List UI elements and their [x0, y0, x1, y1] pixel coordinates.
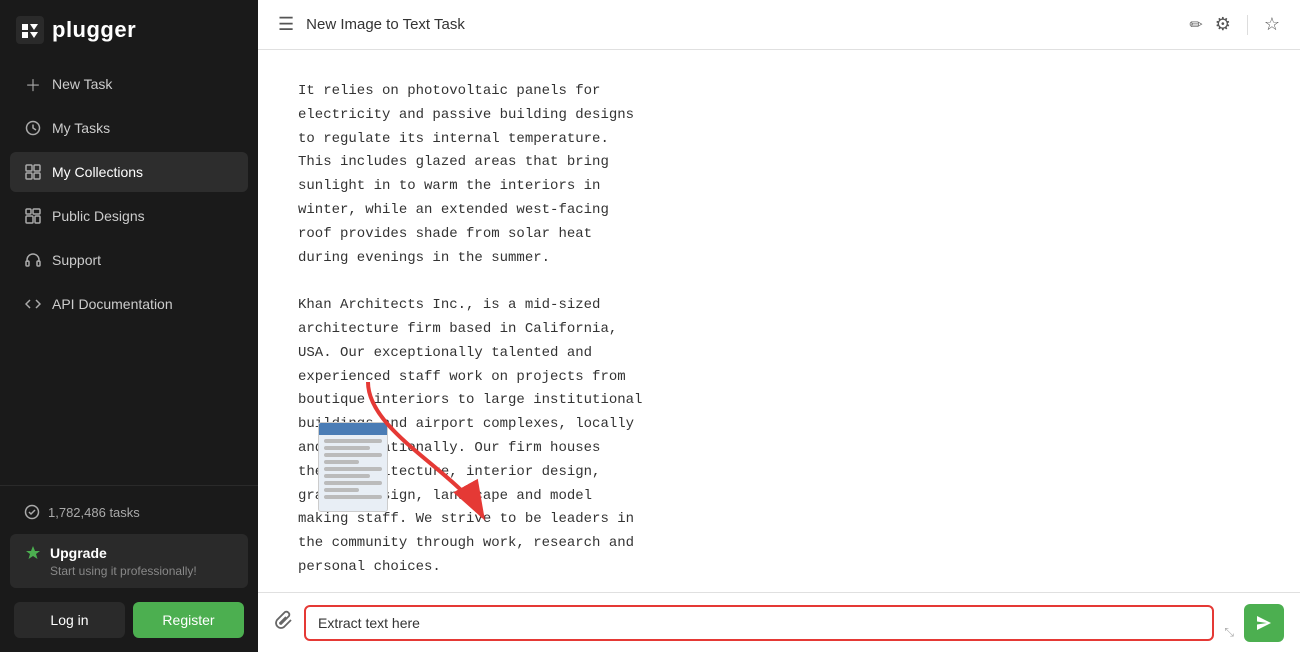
sidebar-item-label: API Documentation — [52, 296, 173, 312]
plus-icon: ＋ — [24, 75, 42, 93]
tasks-count: 1,782,486 tasks — [10, 496, 248, 528]
image-thumbnail — [318, 422, 388, 512]
thumb-lines — [319, 435, 387, 503]
auth-buttons: Log in Register — [10, 598, 248, 642]
thumb-line — [324, 495, 382, 499]
sidebar-item-new-task[interactable]: ＋ New Task — [10, 64, 248, 104]
thumb-header — [319, 423, 387, 435]
sidebar-item-api-docs[interactable]: API Documentation — [10, 284, 248, 324]
menu-icon[interactable]: ☰ — [278, 14, 294, 35]
header-actions: ⚙ ☆ — [1215, 14, 1280, 35]
sidebar-nav: ＋ New Task My Tasks My Collectio — [0, 56, 258, 485]
header-divider — [1247, 15, 1248, 35]
sidebar-item-my-tasks[interactable]: My Tasks — [10, 108, 248, 148]
sidebar-item-label: Support — [52, 252, 101, 268]
thumb-line — [324, 453, 382, 457]
thumb-line — [324, 446, 370, 450]
header: ☰ New Image to Text Task ✏ ⚙ ☆ — [258, 0, 1300, 50]
sidebar-bottom: 1,782,486 tasks Upgrade Start using it p… — [0, 485, 258, 652]
register-button[interactable]: Register — [133, 602, 244, 638]
upgrade-box[interactable]: Upgrade Start using it professionally! — [10, 534, 248, 588]
upgrade-title: Upgrade — [24, 544, 234, 562]
collection-icon — [24, 163, 42, 181]
headphones-icon — [24, 251, 42, 269]
star-icon[interactable]: ☆ — [1264, 14, 1280, 35]
attach-icon[interactable] — [274, 610, 294, 635]
logo-icon — [16, 16, 44, 44]
thumb-line — [324, 474, 370, 478]
page-title: New Image to Text Task — [306, 16, 1171, 33]
resize-handle: ⤡ — [1224, 625, 1234, 640]
thumb-line — [324, 460, 359, 464]
sidebar-item-support[interactable]: Support — [10, 240, 248, 280]
thumb-line — [324, 467, 382, 471]
thumb-line — [324, 488, 359, 492]
edit-icon[interactable]: ✏ — [1189, 15, 1202, 35]
clock-icon — [24, 119, 42, 137]
thumb-line — [324, 439, 382, 443]
upgrade-subtitle: Start using it professionally! — [50, 564, 234, 578]
sidebar: plugger ＋ New Task My Tasks — [0, 0, 258, 652]
text-input[interactable] — [304, 605, 1214, 641]
thumb-line — [324, 481, 382, 485]
grid-icon — [24, 207, 42, 225]
sidebar-item-label: Public Designs — [52, 208, 145, 224]
send-button[interactable] — [1244, 604, 1284, 642]
login-button[interactable]: Log in — [14, 602, 125, 638]
sidebar-item-my-collections[interactable]: My Collections — [10, 152, 248, 192]
sidebar-item-label: My Tasks — [52, 120, 110, 136]
main-area: ☰ New Image to Text Task ✏ ⚙ ☆ It relies… — [258, 0, 1300, 652]
content-area: It relies on photovoltaic panels for ele… — [258, 50, 1300, 592]
logo-area: plugger — [0, 0, 258, 56]
sidebar-item-label: New Task — [52, 76, 112, 92]
settings-icon[interactable]: ⚙ — [1215, 14, 1231, 35]
sidebar-item-label: My Collections — [52, 164, 143, 180]
code-icon — [24, 295, 42, 313]
tasks-count-value: 1,782,486 tasks — [48, 505, 140, 520]
input-area: ⤡ — [258, 592, 1300, 652]
sidebar-item-public-designs[interactable]: Public Designs — [10, 196, 248, 236]
logo-text: plugger — [52, 17, 136, 43]
